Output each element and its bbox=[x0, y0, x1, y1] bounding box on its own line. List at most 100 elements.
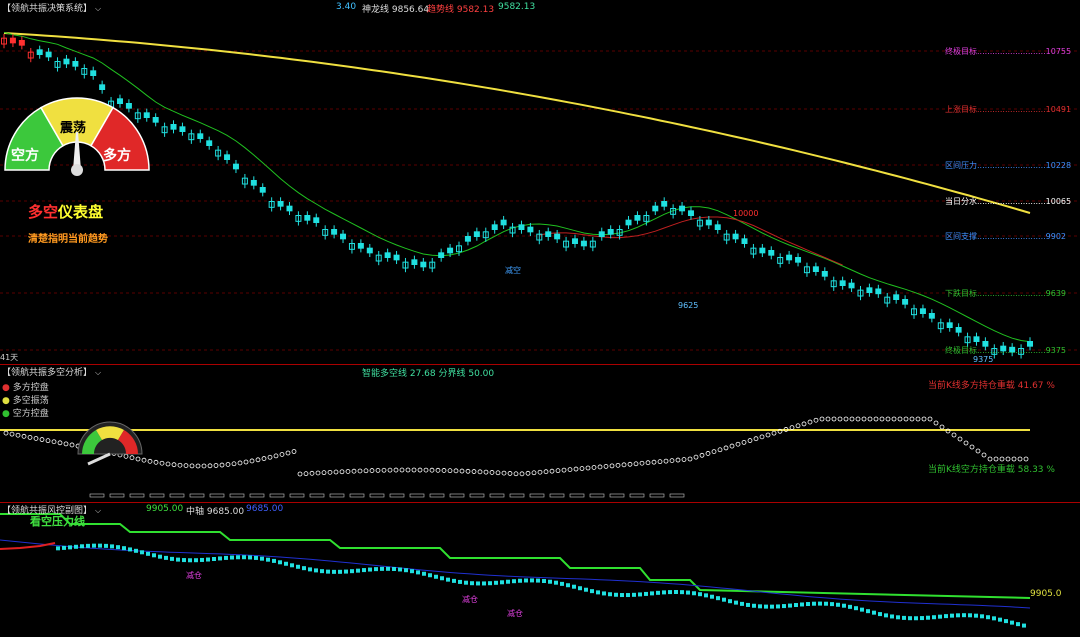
mini-candle bbox=[452, 578, 456, 583]
oscillator-dot bbox=[735, 441, 741, 447]
mini-candle bbox=[536, 578, 540, 583]
oscillator-dot bbox=[9, 431, 15, 437]
mini-candle bbox=[584, 587, 588, 592]
chevron-down-icon[interactable]: ⌵ bbox=[95, 4, 101, 14]
gauge-neutral-label: 震荡 bbox=[59, 120, 86, 136]
oscillator-dot bbox=[267, 454, 273, 460]
main-chart-panel[interactable]: 10000 减空 9625 9375 空方 震荡 多方 【领航共振决策系统】 ⌵ 3.40 神龙… bbox=[0, 0, 1080, 364]
oscillator-dot bbox=[255, 457, 261, 463]
candle-body bbox=[848, 282, 855, 289]
mini-candle bbox=[356, 568, 360, 573]
target-level: 当日分水...........................10065 bbox=[945, 197, 1072, 206]
candle-body bbox=[607, 229, 614, 235]
mini-candle bbox=[116, 545, 120, 550]
mini-candle bbox=[758, 604, 762, 609]
mini-candle bbox=[338, 569, 342, 574]
signal-bar bbox=[629, 493, 645, 498]
chevron-down-icon[interactable]: ⌵ bbox=[95, 506, 101, 516]
candle-body bbox=[661, 201, 668, 207]
signal-bar bbox=[569, 493, 585, 498]
chevron-down-icon[interactable]: ⌵ bbox=[95, 368, 101, 378]
signal-bar bbox=[609, 493, 625, 498]
oscillator-dot bbox=[645, 460, 651, 466]
oscillator-dot bbox=[891, 416, 897, 422]
oscillator-dot bbox=[717, 447, 723, 453]
oscillator-dot bbox=[453, 468, 459, 474]
mini-candle bbox=[518, 578, 522, 583]
mini-candle bbox=[878, 612, 882, 617]
trend-ma-line bbox=[3, 31, 1031, 343]
candle-body bbox=[919, 308, 926, 315]
candle-body bbox=[875, 288, 882, 295]
mini-candle bbox=[770, 604, 774, 609]
oscillator-dot bbox=[567, 467, 573, 472]
mini-candle bbox=[194, 558, 198, 563]
days-label: 41天 bbox=[0, 353, 19, 362]
oscillator-dot bbox=[615, 462, 621, 468]
long-short-analysis-panel[interactable]: 【领航共振多空分析】 ⌵ 智能多空线 27.68 分界线 50.00 ● 多方控盘… bbox=[0, 364, 1080, 502]
oscillator-dot bbox=[939, 424, 945, 430]
oscillator-dot bbox=[897, 416, 903, 422]
oscillator-dot bbox=[195, 463, 201, 469]
oscillator-dot bbox=[381, 467, 387, 473]
pressure-line-label: 看空压力线 bbox=[30, 515, 85, 528]
target-level: 区间压力...........................10228 bbox=[945, 161, 1072, 170]
mini-candle bbox=[200, 557, 204, 562]
signal-bar bbox=[369, 493, 385, 498]
mini-candle bbox=[932, 615, 936, 620]
panel3-header-value: 9685.00 bbox=[246, 504, 284, 514]
oscillator-dot bbox=[369, 468, 375, 473]
signal-bar bbox=[509, 493, 525, 498]
panel1-title[interactable]: 【领航共振决策系统】 ⌵ bbox=[2, 1, 101, 14]
oscillator-dot bbox=[879, 416, 885, 422]
mini-candle bbox=[596, 590, 600, 595]
oscillator-dot bbox=[525, 470, 531, 476]
mini-candle bbox=[428, 573, 432, 578]
candle-body bbox=[741, 238, 748, 244]
candle-body bbox=[331, 229, 338, 235]
mini-candle bbox=[170, 556, 174, 561]
signal-bar bbox=[349, 493, 365, 498]
mini-candle bbox=[746, 602, 750, 607]
bull-weight: 当前K线多方持仓重载 41.67 % bbox=[928, 381, 1055, 391]
mini-candle bbox=[944, 614, 948, 619]
oscillator-dot bbox=[657, 459, 663, 465]
oscillator-dot bbox=[669, 458, 675, 463]
mini-candle bbox=[320, 569, 324, 574]
oscillator-dot bbox=[705, 451, 711, 456]
oscillator-dot bbox=[3, 430, 9, 436]
candle-body bbox=[946, 322, 953, 329]
oscillator-dot bbox=[147, 458, 153, 464]
annotation-label: 9625 bbox=[678, 301, 698, 310]
oscillator-dot bbox=[405, 467, 411, 473]
candle-body bbox=[812, 266, 819, 273]
oscillator-dot bbox=[51, 439, 57, 445]
mini-candle bbox=[254, 555, 258, 560]
mini-candle bbox=[716, 596, 720, 601]
oscillator-dot bbox=[555, 468, 561, 474]
candle-body bbox=[224, 154, 231, 160]
bear-weight: 当前K线空方持仓重载 58.33 % bbox=[928, 465, 1055, 475]
oscillator-dot bbox=[411, 467, 417, 473]
candle-body bbox=[170, 124, 177, 130]
mini-candle bbox=[950, 613, 954, 618]
risk-control-panel[interactable]: 减仓 减仓 减仓 【领航共振风控副图】 ⌵ 9905.00 中轴 9685.00 9685… bbox=[0, 502, 1080, 637]
oscillator-dot bbox=[927, 416, 933, 422]
oscillator-dot bbox=[633, 461, 639, 467]
mini-candle bbox=[902, 615, 906, 620]
signal-bar bbox=[269, 493, 285, 498]
sentiment-gauge: 空方 震荡多方 bbox=[4, 97, 150, 176]
oscillator-dot bbox=[885, 416, 891, 422]
candle-body bbox=[500, 219, 507, 226]
mini-candle bbox=[698, 592, 702, 597]
candle-body bbox=[357, 243, 364, 249]
oscillator-dot bbox=[993, 456, 999, 462]
oscillator-dot bbox=[831, 416, 837, 422]
oscillator-dot bbox=[333, 469, 339, 475]
oscillator-dot bbox=[423, 467, 429, 473]
panel2-title[interactable]: 【领航共振多空分析】 ⌵ bbox=[2, 365, 101, 378]
mini-candle bbox=[374, 567, 378, 572]
mini-candle bbox=[470, 581, 474, 586]
legend-item: ● 多空振荡 bbox=[2, 396, 49, 406]
mini-candle bbox=[836, 602, 840, 607]
